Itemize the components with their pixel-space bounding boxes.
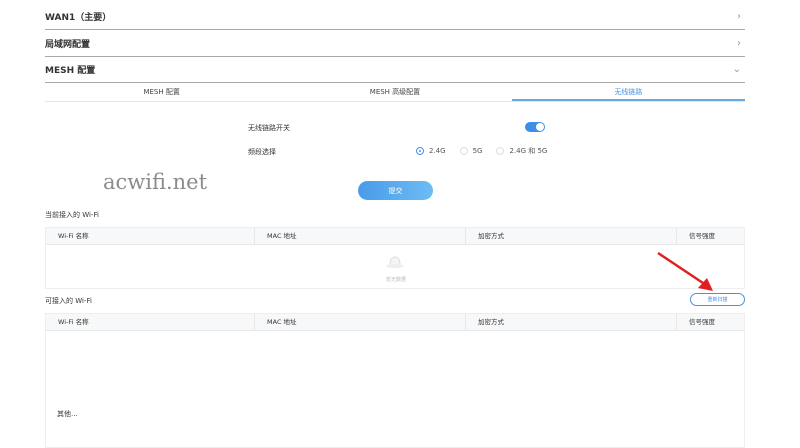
band-option-5g[interactable]: 5G <box>459 146 483 156</box>
radio-icon <box>459 147 468 155</box>
col-signal: 信号强度 <box>689 318 715 326</box>
radio-icon <box>496 147 505 155</box>
section-label: 局域网配置 <box>45 39 91 50</box>
tab-mesh-config[interactable]: MESH 配置 <box>45 84 278 101</box>
col-wifi-name: Wi-Fi 名称 <box>46 314 255 330</box>
section-label: MESH 配置 <box>45 65 96 76</box>
switch-label: 无线链路开关 <box>248 124 290 132</box>
option-label: 5G <box>472 147 483 155</box>
submit-button[interactable]: 提交 <box>358 181 433 200</box>
other-wifi-link[interactable]: 其他... <box>57 409 78 419</box>
empty-box-icon <box>384 255 406 269</box>
option-label: 2.4G 和 5G <box>509 147 548 155</box>
available-wifi-title: 可接入的 Wi-Fi <box>45 297 92 305</box>
radio-checked-icon <box>416 147 424 155</box>
chevron-right-icon: › <box>737 37 741 49</box>
connected-wifi-table: Wi-Fi 名称 MAC 地址 加密方式 信号强度 暂无数据 <box>45 227 745 289</box>
section-label: WAN1（主要） <box>45 12 112 23</box>
red-arrow-annotation <box>657 251 713 291</box>
col-encryption: 加密方式 <box>466 314 677 330</box>
col-signal: 信号强度 <box>689 232 715 240</box>
watermark: acwifi.net <box>103 170 208 194</box>
col-wifi-name: Wi-Fi 名称 <box>46 228 255 244</box>
band-label: 频段选择 <box>248 148 276 156</box>
band-option-2g[interactable]: 2.4G <box>416 146 446 156</box>
band-radio-group: 2.4G 5G 2.4G 和 5G <box>416 146 561 156</box>
option-label: 2.4G <box>429 147 446 155</box>
chevron-right-icon: › <box>737 10 741 22</box>
section-wan1[interactable]: WAN1（主要） › <box>45 3 745 30</box>
tab-wireless-link[interactable]: 无线链路 <box>511 84 745 101</box>
chevron-down-icon: ⌄ <box>732 63 741 75</box>
wireless-link-toggle[interactable] <box>525 122 545 132</box>
section-lan[interactable]: 局域网配置 › <box>45 30 745 57</box>
tab-mesh-advanced[interactable]: MESH 高级配置 <box>278 84 511 101</box>
section-mesh[interactable]: MESH 配置 ⌄ <box>45 56 745 83</box>
band-option-both[interactable]: 2.4G 和 5G <box>496 146 547 156</box>
mesh-tabs: MESH 配置 MESH 高级配置 无线链路 <box>45 84 745 102</box>
col-mac: MAC 地址 <box>255 314 466 330</box>
col-encryption: 加密方式 <box>466 228 677 244</box>
connected-wifi-title: 当前接入的 Wi-Fi <box>45 211 99 219</box>
col-mac: MAC 地址 <box>255 228 466 244</box>
empty-text: 暂无数据 <box>386 277 407 283</box>
available-wifi-table: Wi-Fi 名称 MAC 地址 加密方式 信号强度 其他... <box>45 313 745 448</box>
